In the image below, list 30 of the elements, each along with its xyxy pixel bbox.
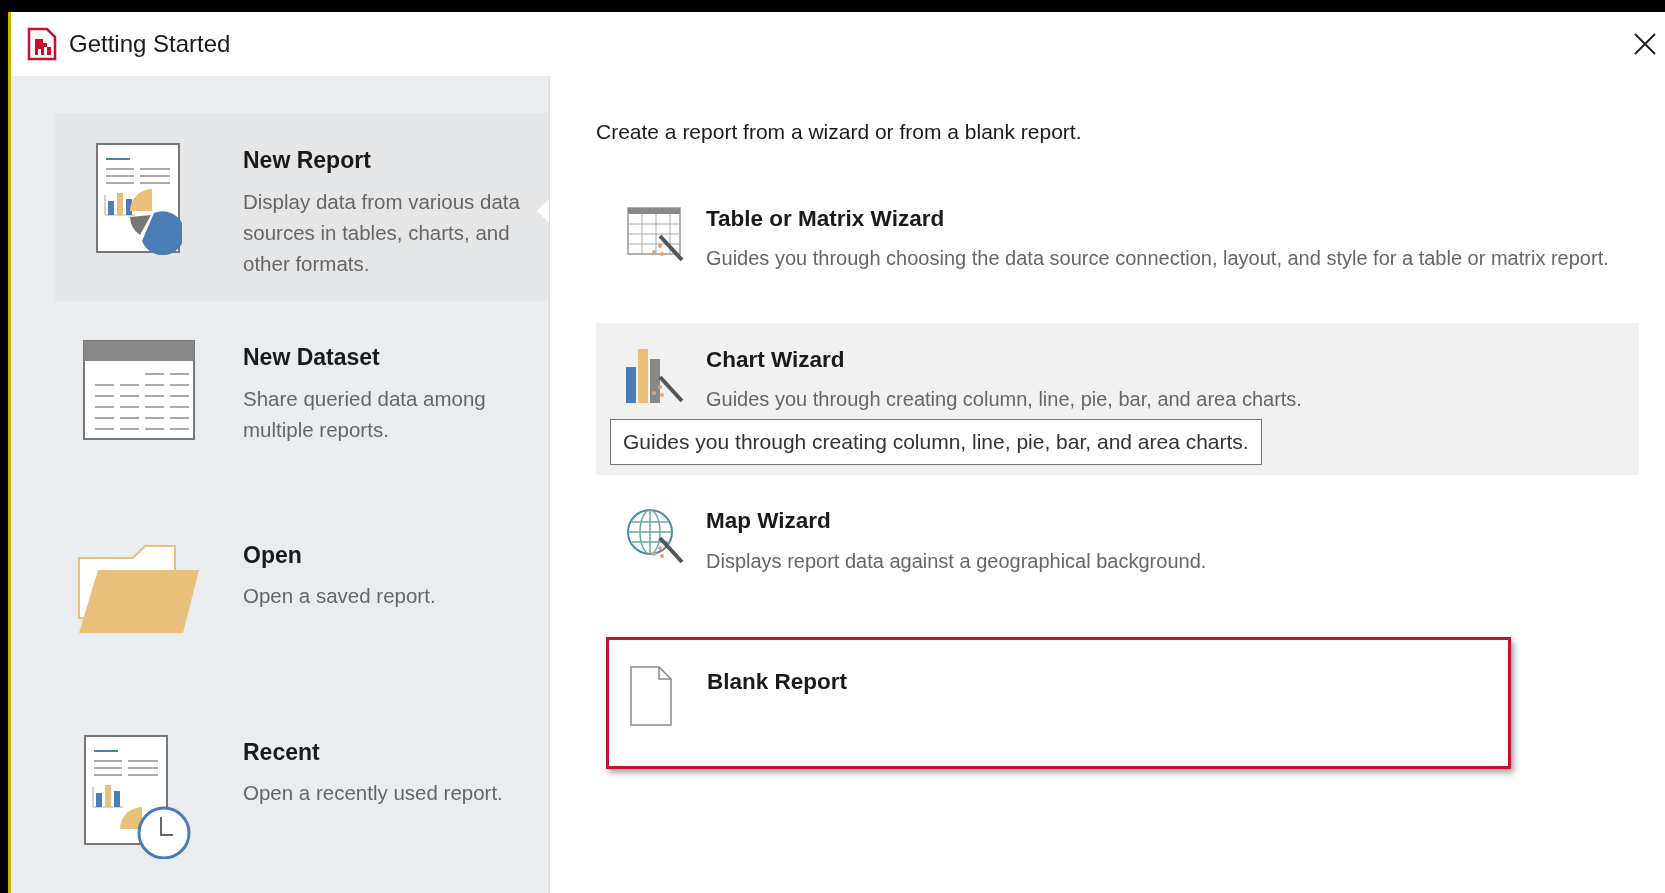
item-description: Open a saved report. <box>243 583 436 609</box>
sidebar-item[interactable]: New Report Display data from various data sources in tables, charts, and other formats. <box>55 113 548 302</box>
wizard-option[interactable]: Chart Wizard Guides you through creating column, line, pie, bar, and area charts. Guides you through creating column, line, pie, bar, and area charts. <box>596 322 1639 475</box>
item-title: Recent <box>243 737 321 767</box>
item-title: New Report <box>243 146 372 175</box>
option-description: Displays report data against a geographical background. <box>706 548 1207 574</box>
item-description: Display data from various data sources in tables, charts, and other formats. <box>243 188 521 277</box>
option-description: Guides you through creating column, line, pie, bar, and area charts. <box>706 387 1302 413</box>
item-description: Open a recently used report. <box>243 780 503 807</box>
intro-text: Create a report from a wizard or from a blank report. <box>596 119 1083 145</box>
option-title: Blank Report <box>707 667 848 696</box>
item-title: New Dataset <box>243 343 381 373</box>
window-title: Getting Started <box>69 29 231 59</box>
table-icon <box>83 340 195 441</box>
report-app-icon <box>27 27 57 61</box>
option-description: Guides you through choosing the data source connection, layout, and style for a table or matrix report. <box>706 246 1609 272</box>
item-description: Share queried data among multiple reports. <box>243 385 487 443</box>
sidebar-item[interactable]: Open Open a saved report. <box>55 507 548 696</box>
sidebar-item[interactable]: Recent Open a recently used report. <box>55 704 548 893</box>
wizard-option[interactable]: Map Wizard Displays report data against a geographical background. <box>596 483 1639 616</box>
option-title: Chart Wizard <box>706 345 846 374</box>
option-title: Map Wizard <box>706 506 832 535</box>
selection-pointer <box>537 199 549 223</box>
tooltip: Guides you through creating column, line, pie, bar, and area charts. <box>610 419 1262 465</box>
option-title: Table or Matrix Wizard <box>706 204 946 233</box>
wizard-option[interactable]: Blank Report <box>606 636 1511 769</box>
wizard-option[interactable]: Table or Matrix Wizard Guides you through choosing the data source connection, layout, and style for a table or matrix report. <box>596 181 1639 314</box>
sidebar-item[interactable]: New Dataset Share queried data among multiple reports. <box>55 310 548 499</box>
report-chart-icon <box>96 143 182 255</box>
item-title: Open <box>243 540 303 570</box>
